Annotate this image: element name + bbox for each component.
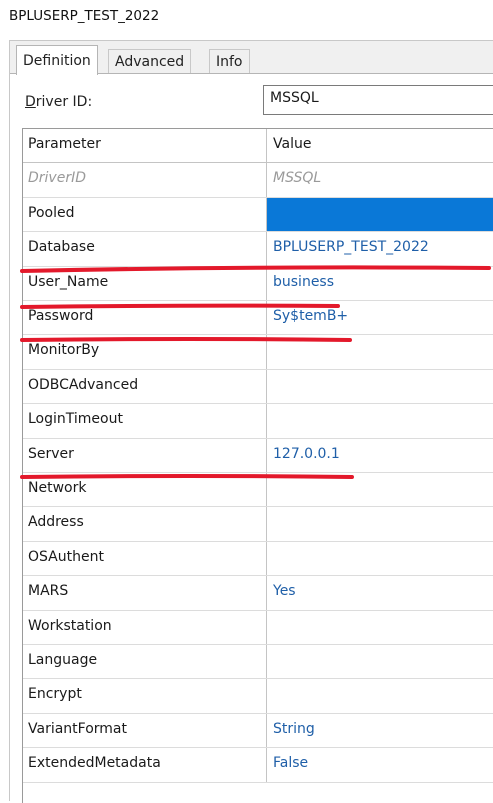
driver-id-label-accelerator: D <box>25 94 36 110</box>
table-row[interactable]: Workstation <box>23 610 493 645</box>
parameter-name-cell[interactable]: Server <box>23 438 267 472</box>
table-row[interactable]: Server 127.0.0.1 <box>23 438 493 473</box>
parameter-value-cell[interactable] <box>267 370 493 403</box>
parameter-value-cell[interactable]: Sy$temB+ <box>267 301 493 334</box>
driver-id-label-text: river ID: <box>35 94 93 110</box>
table-row[interactable]: Language <box>23 645 493 680</box>
parameter-name-cell[interactable]: User_Name <box>23 266 267 300</box>
definition-page: Driver ID: MSSQL Parameter Value DriverI… <box>10 73 493 803</box>
parameter-value-cell[interactable] <box>267 679 493 712</box>
driver-id-input[interactable]: MSSQL <box>263 85 493 115</box>
parameter-value-cell[interactable] <box>267 404 493 437</box>
parameter-value-cell[interactable]: 127.0.0.1 <box>267 439 493 472</box>
parameter-value-cell[interactable] <box>267 542 493 575</box>
column-header-value[interactable]: Value <box>267 129 493 162</box>
window-title: BPLUSERP_TEST_2022 <box>9 8 160 24</box>
parameter-value-cell[interactable] <box>267 473 493 506</box>
parameter-name-cell[interactable]: DriverID <box>23 163 267 197</box>
title-bar: BPLUSERP_TEST_2022 <box>0 0 493 34</box>
table-row[interactable]: LoginTimeout <box>23 404 493 439</box>
parameter-name-cell[interactable]: Encrypt <box>23 679 267 713</box>
parameter-name-cell[interactable]: Language <box>23 645 267 679</box>
table-row[interactable]: MonitorBy <box>23 335 493 370</box>
parameter-value-cell[interactable]: MSSQL <box>267 163 493 196</box>
parameter-name-cell[interactable]: Workstation <box>23 610 267 644</box>
table-row[interactable]: User_Name business <box>23 266 493 301</box>
parameter-name-cell[interactable]: ExtendedMetadata <box>23 748 267 782</box>
tab-definition[interactable]: Definition <box>16 45 98 75</box>
table-row[interactable]: Pooled <box>23 197 493 233</box>
parameter-name-cell[interactable]: LoginTimeout <box>23 404 267 438</box>
table-row[interactable]: OSAuthent <box>23 541 493 577</box>
parameter-value-cell[interactable] <box>267 507 493 540</box>
parameter-value-cell[interactable]: business <box>267 267 493 300</box>
parameter-value-cell[interactable]: False <box>267 748 493 781</box>
column-header-parameter[interactable]: Parameter <box>23 129 267 163</box>
driver-id-label: Driver ID: <box>25 94 92 110</box>
table-row[interactable]: MARS Yes <box>23 576 493 611</box>
parameter-name-cell[interactable]: Password <box>23 301 267 335</box>
tab-info[interactable]: Info <box>209 49 250 73</box>
parameter-name-cell[interactable]: ODBCAdvanced <box>23 369 267 404</box>
table-row[interactable]: Network <box>23 473 493 508</box>
table-row[interactable]: ODBCAdvanced <box>23 369 493 405</box>
parameter-value-cell[interactable] <box>267 197 493 232</box>
table-row[interactable]: VariantFormat String <box>23 713 493 749</box>
parameter-value-cell[interactable] <box>267 335 493 368</box>
parameter-name-cell[interactable]: Database <box>23 232 267 266</box>
parameter-value-cell[interactable]: Yes <box>267 576 493 609</box>
parameter-name-cell[interactable]: VariantFormat <box>23 713 267 748</box>
parameter-name-cell[interactable]: Address <box>23 507 267 541</box>
parameter-value-cell[interactable] <box>267 645 493 678</box>
parameter-name-cell[interactable]: MARS <box>23 576 267 610</box>
table-row[interactable]: ExtendedMetadata False <box>23 748 493 783</box>
table-row[interactable]: Address <box>23 507 493 542</box>
parameter-name-cell[interactable]: Pooled <box>23 197 267 232</box>
table-row[interactable]: Password Sy$temB+ <box>23 301 493 336</box>
parameter-name-cell[interactable]: Network <box>23 473 267 507</box>
grid-header: Parameter Value <box>23 129 493 164</box>
tab-advanced[interactable]: Advanced <box>108 49 192 73</box>
table-row[interactable]: Database BPLUSERP_TEST_2022 <box>23 232 493 267</box>
parameter-value-cell[interactable]: BPLUSERP_TEST_2022 <box>267 232 493 265</box>
table-row[interactable]: Encrypt <box>23 679 493 714</box>
parameter-grid: Parameter Value DriverID MSSQL Pooled Datab… <box>22 128 493 803</box>
parameter-value-cell[interactable] <box>267 611 493 644</box>
parameter-name-cell[interactable]: MonitorBy <box>23 335 267 369</box>
table-row[interactable]: DriverID MSSQL <box>23 163 493 198</box>
connection-editor-panel: Definition Advanced Info Driver ID: MSSQ… <box>9 40 493 803</box>
parameter-name-cell[interactable]: OSAuthent <box>23 541 267 576</box>
parameter-value-cell[interactable]: String <box>267 714 493 747</box>
